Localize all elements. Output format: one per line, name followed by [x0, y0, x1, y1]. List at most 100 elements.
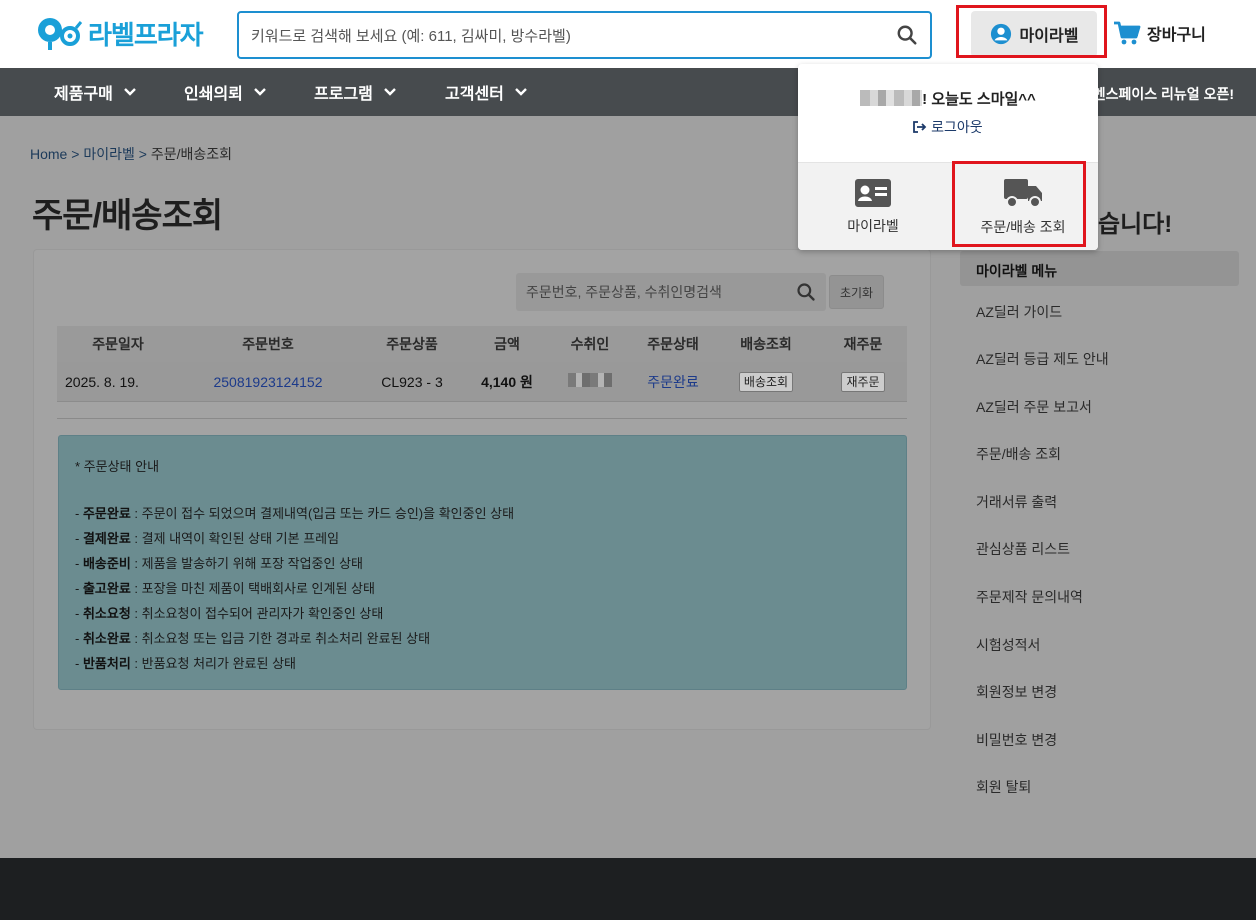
chevron-down-icon: [124, 88, 136, 96]
nav-label: 제품구매: [54, 86, 113, 103]
greeting: ! 오늘도 스마일^^: [798, 88, 1098, 109]
breadcrumb-home[interactable]: Home: [30, 146, 67, 162]
cart-link[interactable]: 장바구니: [1113, 20, 1206, 46]
table-header: 주문일자 주문번호 주문상품 금액 수취인 주문상태 배송조회 재주문: [57, 326, 907, 362]
column-header: 수취인: [570, 336, 610, 352]
guide-line: - 출고완료 : 포장을 마친 제품이 택배회사로 인계된 상태: [75, 581, 375, 596]
column-header: 재주문: [843, 336, 883, 352]
nav-item-customer-center[interactable]: 고객센터: [445, 68, 528, 116]
order-date: 2025. 8. 19.: [65, 373, 139, 390]
column-header: 배송조회: [740, 336, 792, 352]
nav-item-products[interactable]: 제품구매: [54, 68, 137, 116]
mylabel-label: 마이라벨: [1019, 28, 1079, 45]
reorder-cell: 재주문: [819, 372, 907, 392]
guide-desc: : 제품을 발송하기 위해 포장 작업중인 상태: [130, 556, 364, 571]
logout-link[interactable]: 로그아웃: [798, 117, 1098, 137]
sidebar-item-order-tracking[interactable]: 주문/배송 조회: [976, 444, 1061, 464]
chevron-down-icon: [384, 88, 396, 96]
reset-button[interactable]: 초기화: [829, 275, 884, 309]
guide-desc: : 반품요청 처리가 완료된 상태: [130, 656, 296, 671]
column-header: 주문번호: [242, 336, 294, 352]
page-title: 주문/배송조회: [32, 197, 223, 235]
guide-line: - 반품처리 : 반품요청 처리가 완료된 상태: [75, 656, 296, 671]
recipient-redacted: [547, 373, 633, 390]
sidebar-item-wishlist[interactable]: 관심상품 리스트: [976, 539, 1070, 559]
sidebar-item-change-password[interactable]: 비밀번호 변경: [976, 730, 1057, 750]
guide-term: 결제완료: [82, 531, 131, 546]
order-product: CL923 - 3: [381, 373, 443, 390]
logout-icon: [913, 121, 927, 133]
shortcut-mylabel[interactable]: 마이라벨: [798, 163, 948, 251]
logo-icon: [38, 18, 83, 50]
guide-term: 취소요청: [82, 606, 131, 621]
track-delivery-button[interactable]: 배송조회: [738, 372, 794, 392]
breadcrumb-parent[interactable]: 마이라벨: [83, 146, 135, 162]
dropdown-shortcuts: 마이라벨 주문/배송 조회: [798, 162, 1098, 250]
sidebar-item-withdraw[interactable]: 회원 탈퇴: [976, 777, 1031, 797]
user-icon: [990, 23, 1011, 45]
guide-desc: : 취소요청이 접수되어 관리자가 확인중인 상태: [130, 606, 384, 621]
cart-label: 장바구니: [1147, 27, 1206, 44]
track-cell: 배송조회: [713, 372, 819, 392]
nav-item-print-request[interactable]: 인쇄의뢰: [184, 68, 267, 116]
order-status-link[interactable]: 주문완료: [633, 372, 713, 392]
guide-term: 반품처리: [82, 656, 131, 671]
logo-text: 라벨프라자: [88, 19, 204, 50]
reorder-button[interactable]: 재주문: [841, 372, 885, 392]
guide-title: * 주문상태 안내: [75, 459, 160, 474]
greeting-text: ! 오늘도 스마일^^: [922, 91, 1036, 108]
logo[interactable]: 라벨프라자: [36, 14, 204, 52]
order-panel: 주문번호, 주문상품, 수취인명검색 초기화 주문일자 주문번호 주문상품 금액…: [33, 249, 931, 730]
search-icon[interactable]: [896, 24, 918, 46]
guide-line: - 배송준비 : 제품을 발송하기 위해 포장 작업중인 상태: [75, 556, 364, 571]
sidebar-item-documents[interactable]: 거래서류 출력: [976, 492, 1057, 512]
nav-label: 고객센터: [445, 86, 504, 103]
nav-notice[interactable]: 멘스페이스 리뉴얼 오픈!: [1093, 84, 1234, 104]
sidebar-item-dealer-report[interactable]: AZ딜러 주문 보고서: [976, 397, 1092, 417]
shortcut-order-tracking[interactable]: 주문/배송 조회: [948, 163, 1098, 251]
guide-term: 주문완료: [82, 506, 131, 521]
chevron-down-icon: [515, 88, 527, 96]
search-placeholder: 키워드로 검색해 보세요 (예: 611, 김싸미, 방수라벨): [251, 27, 571, 45]
search-icon[interactable]: [796, 282, 816, 302]
id-card-icon: [855, 179, 891, 207]
guide-line: - 취소요청 : 취소요청이 접수되어 관리자가 확인중인 상태: [75, 606, 384, 621]
nav-item-program[interactable]: 프로그램: [314, 68, 397, 116]
order-search-placeholder: 주문번호, 주문상품, 수취인명검색: [526, 284, 722, 300]
cart-icon: [1114, 21, 1141, 45]
guide-desc: : 결제 내역이 확인된 상태 기본 프레임: [130, 531, 340, 546]
sidebar-title: 습니다!: [1098, 211, 1173, 238]
sidebar-item-dealer-grade[interactable]: AZ딜러 등급 제도 안내: [976, 349, 1109, 369]
column-header: 주문일자: [92, 336, 144, 352]
truck-icon: [1004, 179, 1042, 208]
order-amount: 4,140 원: [481, 373, 533, 390]
sidebar-menu-head: 마이라벨 메뉴: [960, 251, 1239, 286]
guide-term: 배송준비: [82, 556, 131, 571]
breadcrumb-separator: >: [71, 146, 80, 162]
column-header: 주문상태: [647, 336, 699, 352]
guide-line: - 결제완료 : 결제 내역이 확인된 상태 기본 프레임: [75, 531, 340, 546]
mylabel-dropdown: ! 오늘도 스마일^^ 로그아웃 마이라벨 주문/배송 조회: [798, 64, 1098, 250]
guide-desc: : 취소요청 또는 입금 기한 경과로 취소처리 완료된 상태: [130, 631, 431, 646]
breadcrumb: Home > 마이라벨 > 주문/배송조회: [30, 144, 232, 164]
shortcut-label: 마이라벨: [847, 218, 899, 234]
guide-term: 취소완료: [82, 631, 131, 646]
mylabel-button[interactable]: 마이라벨: [971, 11, 1097, 57]
shortcut-label: 주문/배송 조회: [980, 219, 1066, 235]
sidebar-item-custom-inquiry[interactable]: 주문제작 문의내역: [976, 587, 1083, 607]
guide-line: - 주문완료 : 주문이 접수 되었으며 결제내역(입금 또는 카드 승인)을 …: [75, 506, 515, 521]
divider: [57, 418, 907, 419]
search-input[interactable]: 키워드로 검색해 보세요 (예: 611, 김싸미, 방수라벨): [237, 11, 932, 59]
guide-desc: : 주문이 접수 되었으며 결제내역(입금 또는 카드 승인)을 확인중인 상태: [130, 506, 515, 521]
footer: [0, 858, 1256, 920]
breadcrumb-separator: >: [138, 146, 147, 162]
column-header: 금액: [494, 336, 520, 352]
order-search-input[interactable]: 주문번호, 주문상품, 수취인명검색: [516, 273, 826, 311]
nav-label: 인쇄의뢰: [184, 86, 243, 103]
breadcrumb-current: 주문/배송조회: [150, 146, 232, 162]
sidebar-item-edit-profile[interactable]: 회원정보 변경: [976, 682, 1057, 702]
column-header: 주문상품: [386, 336, 438, 352]
sidebar-item-test-reports[interactable]: 시험성적서: [976, 635, 1040, 655]
order-number-link[interactable]: 25081923124152: [179, 374, 357, 390]
sidebar-item-dealer-guide[interactable]: AZ딜러 가이드: [976, 302, 1062, 322]
